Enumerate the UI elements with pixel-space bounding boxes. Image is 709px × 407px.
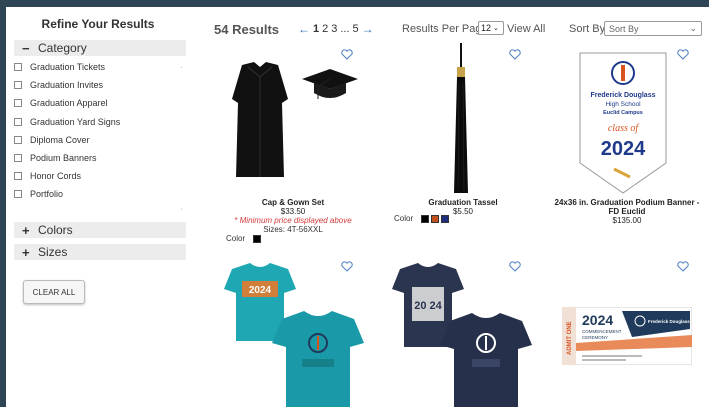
ticket-side-text: ADMIT ONE — [567, 321, 573, 355]
category-item[interactable]: Honor Cords — [14, 167, 182, 185]
banner-class-of: class of — [608, 123, 640, 134]
results-per-page-label: Results Per Page — [402, 23, 488, 35]
color-swatch[interactable] — [431, 214, 440, 223]
ticket-line1: COMMENCEMENT — [582, 329, 622, 334]
category-item[interactable]: Graduation Yard Signs — [14, 113, 182, 131]
teal-tshirt-image[interactable]: 2024 — [218, 263, 368, 407]
wishlist-heart-icon[interactable] — [677, 49, 689, 60]
color-label: Color — [226, 234, 246, 243]
checkbox[interactable] — [14, 117, 22, 126]
category-item[interactable]: Diploma Cover — [14, 131, 182, 149]
checkbox[interactable] — [14, 154, 22, 163]
rpp-value: 12 — [481, 23, 492, 33]
product-name[interactable]: 24x36 in. Graduation Podium Banner - FD … — [552, 198, 702, 216]
category-label: Podium Banners — [30, 153, 97, 164]
shirt-year-text: 20 24 — [414, 300, 442, 312]
ticket-school: Frederick Douglass — [648, 319, 690, 324]
facet-sizes-toggle[interactable]: + Sizes — [14, 244, 186, 260]
navy-tshirt-image[interactable]: 20 24 — [386, 263, 536, 407]
cap-and-gown-image[interactable] — [218, 59, 368, 187]
category-label: Graduation Apparel — [30, 98, 108, 109]
product-price: $135.00 — [612, 216, 642, 225]
chevron-down-icon: ⌄ — [493, 25, 499, 32]
collapse-icon: − — [22, 40, 30, 56]
scroll-up-icon[interactable]: ▲ — [180, 64, 182, 70]
sort-by-select[interactable]: Sort By ⌄ — [604, 21, 702, 36]
category-label: Graduation Yard Signs — [30, 116, 121, 127]
banner-campus: Euclid Campus — [603, 110, 643, 116]
next-page-icon[interactable]: → — [362, 22, 374, 36]
ticket-line2: CEREMONY — [582, 335, 608, 340]
banner-school: Frederick Douglass — [591, 92, 656, 99]
page-link[interactable]: 1 — [313, 23, 319, 35]
view-all-link[interactable]: View All — [507, 23, 545, 35]
sort-value: Sort By — [609, 23, 639, 34]
category-item[interactable]: Graduation Tickets — [14, 58, 182, 76]
product-name[interactable]: Cap & Gown Set — [218, 198, 368, 207]
wishlist-heart-icon[interactable] — [677, 261, 689, 272]
expand-icon: + — [22, 244, 30, 260]
page-link[interactable]: 3 — [331, 23, 337, 35]
checkbox[interactable] — [14, 81, 22, 90]
category-item[interactable]: Graduation Invites — [14, 76, 182, 94]
category-item[interactable]: Portfolio — [14, 185, 182, 203]
color-swatch[interactable] — [441, 214, 450, 223]
checkbox[interactable] — [14, 172, 22, 181]
page-ellipsis: ... — [340, 23, 350, 35]
color-swatches: Color — [226, 234, 262, 243]
page-frame: Refine Your Results − Category Graduatio… — [6, 7, 709, 407]
facet-colors-label: Colors — [38, 223, 73, 237]
category-item[interactable]: Podium Banners — [14, 149, 182, 167]
pagination: ← 1 2 3 ... 5 → — [298, 22, 374, 36]
category-label: Honor Cords — [30, 171, 82, 182]
product-price: $33.50 — [280, 207, 306, 216]
category-label: Graduation Tickets — [30, 62, 106, 73]
category-label: Graduation Invites — [30, 80, 104, 91]
refine-title: Refine Your Results — [41, 17, 155, 31]
facet-category-toggle[interactable]: − Category — [14, 40, 186, 56]
checkbox[interactable] — [14, 99, 22, 108]
page-link[interactable]: 2 — [322, 23, 328, 35]
results-per-page-select[interactable]: 12 ⌄ — [478, 21, 504, 35]
wishlist-heart-icon[interactable] — [509, 49, 521, 60]
shirt-year-text: 2024 — [249, 285, 272, 296]
category-label: Diploma Cover — [30, 134, 90, 145]
page-link[interactable]: 5 — [353, 23, 359, 35]
prev-page-icon[interactable]: ← — [298, 22, 310, 36]
color-swatch[interactable] — [253, 234, 262, 243]
color-swatch[interactable] — [421, 214, 430, 223]
results-count: 54 Results — [214, 22, 280, 37]
scroll-down-icon[interactable]: ▼ — [180, 208, 182, 214]
checkbox[interactable] — [14, 135, 22, 144]
minimum-price-note: * Minimum price displayed above — [234, 216, 352, 225]
category-list[interactable]: Graduation Tickets Graduation Invites Gr… — [14, 58, 182, 221]
sizes-text: Sizes: 4T-56XXL — [263, 225, 323, 234]
refine-sidebar: Refine Your Results − Category Graduatio… — [10, 7, 186, 407]
banner-school-line2: High School — [605, 101, 641, 108]
podium-banner-image[interactable]: Frederick Douglass High School Euclid Ca… — [578, 51, 668, 197]
clear-all-button[interactable]: CLEAR ALL — [23, 280, 85, 304]
color-swatches: Color — [394, 214, 450, 223]
category-label: Portfolio — [30, 189, 64, 200]
chevron-down-icon: ⌄ — [689, 23, 697, 33]
category-item[interactable]: Graduation Apparel — [14, 94, 182, 112]
facet-colors-toggle[interactable]: + Colors — [14, 222, 186, 238]
banner-year: 2024 — [601, 138, 646, 160]
checkbox[interactable] — [14, 190, 22, 199]
product-name[interactable]: Graduation Tassel — [388, 198, 538, 207]
graduation-ticket-image[interactable]: ADMIT ONE 2024 Frederick Douglass COMMEN… — [562, 307, 692, 365]
graduation-tassel-image[interactable] — [446, 43, 476, 193]
ticket-year: 2024 — [582, 312, 613, 328]
facet-sizes-label: Sizes — [38, 245, 68, 259]
color-label: Color — [394, 214, 414, 223]
facet-category-label: Category — [38, 41, 87, 55]
checkbox[interactable] — [14, 63, 22, 72]
expand-icon: + — [22, 222, 30, 238]
sort-by-label: Sort By — [569, 23, 606, 35]
